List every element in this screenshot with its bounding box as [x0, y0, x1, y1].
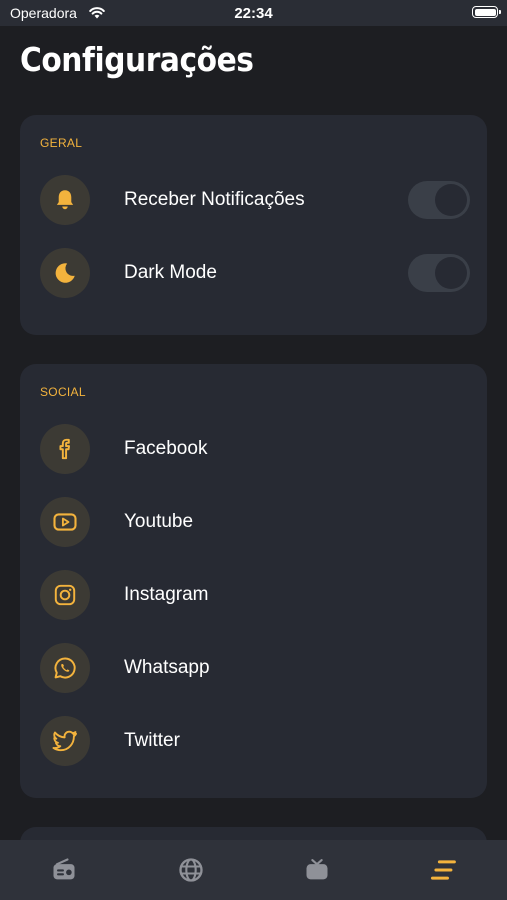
row-label-twitter: Twitter [124, 730, 180, 751]
radio-icon [53, 858, 75, 880]
social-card: SOCIAL Facebook Youtube Instagram Whatsa… [20, 364, 487, 798]
instagram-icon-circle [40, 570, 90, 620]
row-label-whatsapp: Whatsapp [124, 657, 210, 678]
toggle-knob [435, 184, 467, 216]
row-label-notifications: Receber Notificações [124, 189, 305, 210]
row-label-instagram: Instagram [124, 584, 209, 605]
tab-bar [0, 840, 507, 900]
menu-icon [430, 860, 456, 880]
tab-tv[interactable] [254, 840, 380, 900]
row-label-youtube: Youtube [124, 511, 194, 532]
instagram-icon [54, 584, 76, 606]
tv-icon [306, 859, 328, 880]
facebook-icon-circle [40, 424, 90, 474]
row-notifications: Receber Notificações [40, 175, 470, 225]
status-bar: Operadora 22:34 [0, 0, 507, 26]
bell-icon [56, 190, 74, 210]
notifications-toggle[interactable] [408, 181, 470, 219]
youtube-icon-circle [40, 497, 90, 547]
facebook-icon [59, 438, 70, 460]
social-item-youtube[interactable]: Youtube [40, 497, 470, 547]
social-item-facebook[interactable]: Facebook [40, 424, 470, 474]
tab-settings-menu[interactable] [381, 840, 507, 900]
dark-mode-toggle[interactable] [408, 254, 470, 292]
row-dark-mode: Dark Mode [40, 248, 470, 298]
bell-icon-circle [40, 175, 90, 225]
whatsapp-icon-circle [40, 643, 90, 693]
section-label-geral: GERAL [40, 136, 83, 150]
tab-radio[interactable] [1, 840, 127, 900]
toggle-knob [435, 257, 467, 289]
moon-icon-circle [40, 248, 90, 298]
social-item-twitter[interactable]: Twitter [40, 716, 470, 766]
row-label-dark-mode: Dark Mode [124, 262, 217, 283]
twitter-icon-circle [40, 716, 90, 766]
whatsapp-icon [54, 657, 76, 679]
social-item-whatsapp[interactable]: Whatsapp [40, 643, 470, 693]
youtube-icon [53, 513, 77, 531]
section-label-social: SOCIAL [40, 385, 86, 399]
status-time: 22:34 [234, 5, 273, 22]
row-label-facebook: Facebook [124, 438, 208, 459]
general-settings-card: GERAL Receber Notificações Dark Mode [20, 115, 487, 335]
social-item-instagram[interactable]: Instagram [40, 570, 470, 620]
twitter-icon [52, 730, 78, 752]
page-title: Configurações [20, 40, 254, 79]
moon-icon [55, 263, 75, 283]
globe-icon [179, 858, 203, 882]
tab-globe[interactable] [128, 840, 254, 900]
battery-icon [472, 6, 501, 18]
